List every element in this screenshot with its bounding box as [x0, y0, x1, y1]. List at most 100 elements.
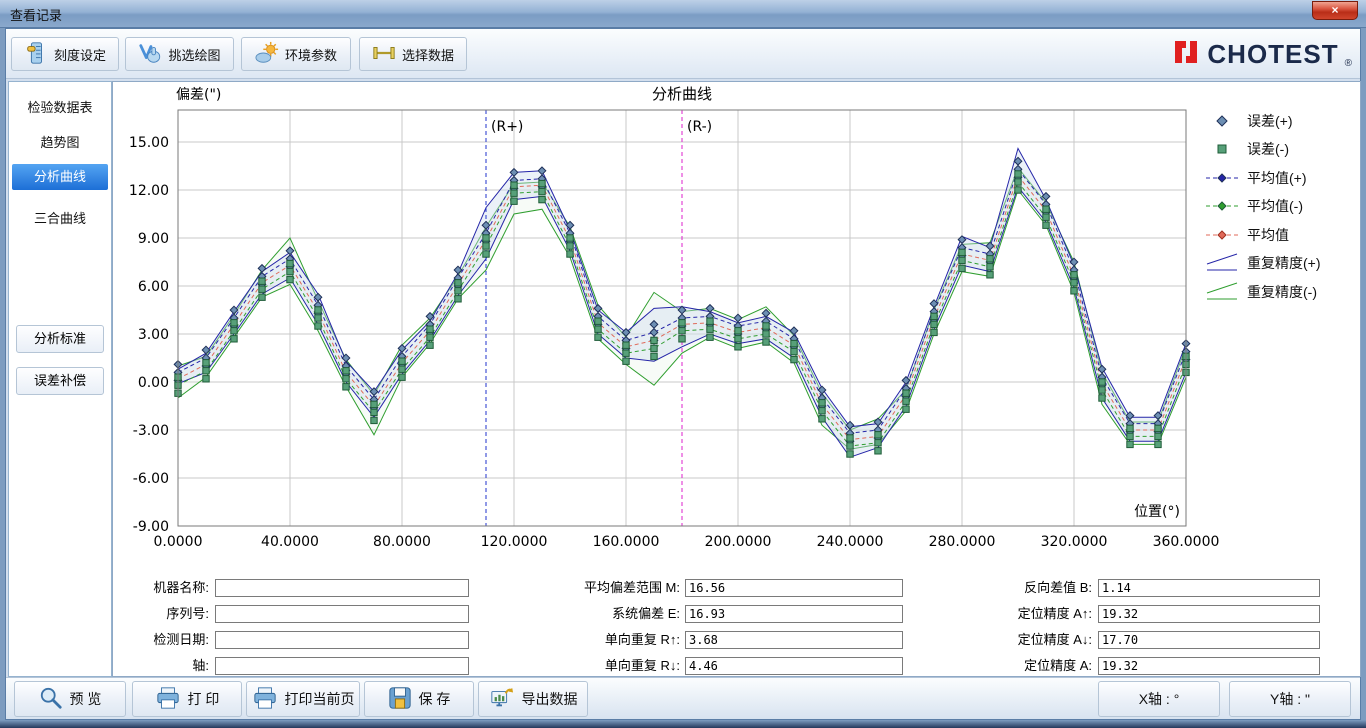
svg-text:200.0000: 200.0000 — [705, 534, 772, 550]
brand-logo: CHOTEST ® — [1171, 37, 1352, 72]
range-selector-icon — [372, 41, 396, 68]
preview-button[interactable]: 预 览 — [14, 681, 126, 717]
print-current-page-button[interactable]: 打印当前页 — [246, 681, 360, 717]
chotest-logo-mark-icon — [1171, 37, 1201, 72]
svg-text:-3.00: -3.00 — [133, 423, 169, 439]
mean-deviation-range-label: 平均偏差范围 M: — [543, 579, 680, 597]
svg-text:6.00: 6.00 — [138, 279, 169, 295]
positioning-accuracy-down-field[interactable] — [1098, 631, 1320, 649]
mean-deviation-range-field[interactable] — [685, 579, 903, 597]
machine-name-field[interactable] — [215, 579, 469, 597]
printer-page-icon — [252, 686, 278, 713]
rep-plus-band-icon — [1205, 252, 1239, 274]
svg-text:位置(°): 位置(°) — [1134, 504, 1180, 520]
sidebar-item-triple-curve[interactable]: 三合曲线 — [12, 206, 108, 232]
sidebar-item-trend-chart[interactable]: 趋势图 — [12, 130, 108, 156]
environment-params-label: 环境参数 — [285, 45, 337, 64]
magnifier-icon — [39, 686, 63, 713]
app-frame: 刻度设定 挑选绘图 — [5, 28, 1361, 720]
system-deviation-label: 系统偏差 E: — [543, 605, 680, 623]
scale-settings-button[interactable]: 刻度设定 — [11, 37, 119, 71]
close-button[interactable]: × — [1312, 1, 1358, 20]
legend-item-err-minus: 误差(-) — [1205, 141, 1357, 158]
mean-plus-line-icon — [1205, 170, 1239, 186]
save-button[interactable]: 保 存 — [364, 681, 474, 717]
svg-text:(R+): (R+) — [491, 119, 523, 135]
hand-pick-icon — [138, 41, 162, 68]
select-data-button[interactable]: 选择数据 — [359, 37, 467, 71]
reverse-difference-field[interactable] — [1098, 579, 1320, 597]
svg-text:偏差("): 偏差(") — [176, 87, 221, 103]
svg-text:-9.00: -9.00 — [133, 519, 169, 535]
svg-text:0.0000: 0.0000 — [154, 534, 203, 550]
svg-text:80.0000: 80.0000 — [373, 534, 431, 550]
save-label: 保 存 — [419, 689, 451, 709]
machine-name-label: 机器名称: — [113, 579, 209, 597]
svg-text:160.0000: 160.0000 — [593, 534, 660, 550]
serial-number-field[interactable] — [215, 605, 469, 623]
positioning-accuracy-up-label: 定位精度 A↑: — [968, 605, 1092, 623]
y-axis-unit-label: Y轴 : " — [1270, 689, 1310, 709]
system-deviation-field[interactable] — [685, 605, 903, 623]
pick-plot-button[interactable]: 挑选绘图 — [125, 37, 234, 71]
x-axis-unit-button[interactable]: X轴 : ° — [1098, 681, 1220, 717]
unidirectional-repeat-up-field[interactable] — [685, 631, 903, 649]
brand-name: CHOTEST — [1207, 39, 1338, 70]
positioning-accuracy-field[interactable] — [1098, 657, 1320, 675]
print-current-page-label: 打印当前页 — [285, 689, 355, 709]
x-axis-unit-label: X轴 : ° — [1139, 689, 1180, 709]
print-label: 打 印 — [188, 689, 220, 709]
inspection-date-label: 检测日期: — [113, 631, 209, 649]
axis-field[interactable] — [215, 657, 469, 675]
svg-text:3.00: 3.00 — [138, 327, 169, 343]
sidebar-item-analysis-curve[interactable]: 分析曲线 — [12, 164, 108, 190]
legend-item-mean-plus: 平均值(+) — [1205, 169, 1357, 186]
rep-minus-band-icon — [1205, 281, 1239, 303]
unidirectional-repeat-down-field[interactable] — [685, 657, 903, 675]
legend-item-mean-minus: 平均值(-) — [1205, 198, 1357, 215]
preview-label: 预 览 — [70, 689, 102, 709]
export-data-label: 导出数据 — [522, 689, 578, 709]
err-minus-marker-icon — [1205, 141, 1239, 157]
svg-text:320.0000: 320.0000 — [1041, 534, 1108, 550]
serial-number-label: 序列号: — [113, 605, 209, 623]
svg-text:240.0000: 240.0000 — [817, 534, 884, 550]
content-panel: 15.0012.009.006.003.000.00-3.00-6.00-9.0… — [112, 81, 1361, 677]
error-compensation-button[interactable]: 误差补偿 — [16, 367, 104, 395]
select-data-label: 选择数据 — [402, 45, 454, 64]
pick-plot-label: 挑选绘图 — [168, 45, 220, 64]
legend-item-mean: 平均值 — [1205, 226, 1357, 243]
mean-line-icon — [1205, 227, 1239, 243]
titlebar: 查看记录 × — [0, 0, 1366, 28]
err-plus-marker-icon — [1205, 113, 1239, 129]
environment-params-button[interactable]: 环境参数 — [241, 37, 351, 71]
svg-text:280.0000: 280.0000 — [929, 534, 996, 550]
window-title: 查看记录 — [10, 5, 62, 24]
close-icon: × — [1331, 3, 1338, 17]
positioning-accuracy-down-label: 定位精度 A↓: — [968, 631, 1092, 649]
printer-icon — [155, 686, 181, 713]
legend-item-rep-minus: 重复精度(-) — [1205, 283, 1357, 300]
unidirectional-repeat-down-label: 单向重复 R↓: — [543, 657, 680, 675]
export-data-button[interactable]: 导出数据 — [478, 681, 588, 717]
top-toolbar: 刻度设定 挑选绘图 — [6, 29, 1360, 79]
sun-cloud-icon — [255, 41, 279, 68]
axis-label: 轴: — [113, 657, 209, 675]
y-axis-unit-button[interactable]: Y轴 : " — [1229, 681, 1351, 717]
svg-text:分析曲线: 分析曲线 — [652, 85, 712, 103]
sidebar-item-inspection-data-table[interactable]: 检验数据表 — [12, 95, 108, 121]
export-chart-icon — [489, 686, 515, 713]
svg-text:360.0000: 360.0000 — [1153, 534, 1220, 550]
svg-text:(R-): (R-) — [687, 119, 712, 135]
window-bottom-border — [0, 720, 1366, 728]
bottom-toolbar: 预 览 打 印 打印当前页 — [6, 677, 1360, 719]
print-button[interactable]: 打 印 — [132, 681, 242, 717]
brand-reg-mark: ® — [1345, 58, 1352, 69]
legend-item-rep-plus: 重复精度(+) — [1205, 255, 1357, 272]
svg-text:40.0000: 40.0000 — [261, 534, 319, 550]
analysis-standard-button[interactable]: 分析标准 — [16, 325, 104, 353]
svg-text:0.00: 0.00 — [138, 375, 169, 391]
sidebar: 检验数据表 趋势图 分析曲线 三合曲线 分析标准 误差补偿 — [8, 81, 112, 677]
positioning-accuracy-up-field[interactable] — [1098, 605, 1320, 623]
inspection-date-field[interactable] — [215, 631, 469, 649]
